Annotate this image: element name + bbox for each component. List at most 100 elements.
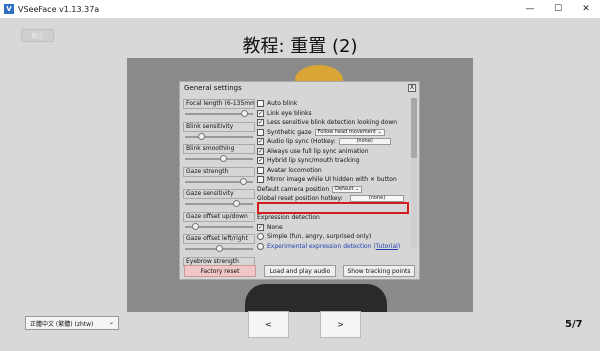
close-window-button[interactable]: ✕ [572, 0, 600, 18]
option-label: Experimental expression detection ( [267, 242, 376, 250]
avatar-locomotion-checkbox[interactable] [257, 166, 264, 174]
scroll-thumb[interactable] [411, 98, 417, 158]
audio-lip-sync-option[interactable]: ✓ Audio lip sync (Hotkey: (none) [257, 137, 409, 147]
slider-label: Focal length (6-135mm) [183, 99, 255, 109]
link-eye-blinks-checkbox[interactable]: ✓ [257, 109, 264, 117]
slider-knob[interactable] [241, 110, 249, 117]
synthetic-gaze-option[interactable]: Synthetic gaze Follow head movement ⌄ [257, 128, 409, 138]
synthetic-gaze-dropdown[interactable]: Follow head movement ⌄ [314, 128, 385, 136]
slider-label: Gaze sensitivity [183, 189, 255, 199]
maximize-button[interactable]: ☐ [544, 0, 572, 18]
slider-label: Gaze strength [183, 166, 255, 177]
lip-sync-hotkey-field[interactable]: (none) [338, 138, 391, 146]
option-label: Less sensitive blink detection looking d… [267, 119, 398, 127]
window-controls: — ☐ ✕ [516, 0, 600, 18]
slider-label: Gaze offset left/right [183, 234, 255, 244]
gaze-offset-leftright-slider[interactable] [183, 244, 255, 254]
global-reset-highlight [257, 202, 409, 214]
slider-label: Blink smoothing [183, 144, 255, 154]
link-eye-blinks-option[interactable]: ✓ Link eye blinks [257, 109, 409, 119]
gaze-offset-leftright-slider-group: Gaze offset left/right [183, 234, 255, 256]
focal-length-slider-group: Focal length (6-135mm) [183, 99, 255, 121]
hybrid-lip-sync-option[interactable]: ✓ Hybrid lip sync/mouth tracking [257, 156, 409, 166]
expression-detection-heading: Expression detection [257, 214, 320, 222]
option-label: Synthetic gaze [267, 128, 312, 136]
option-label: Simple (fun, angry, surprised only) [267, 233, 372, 241]
next-page-button[interactable]: > [320, 311, 361, 338]
slider-knob[interactable] [215, 245, 223, 252]
page-indicator: 5/7 [565, 319, 583, 330]
dialog-close-button[interactable]: X [408, 84, 416, 92]
close-x-icon: ✕ [370, 176, 376, 184]
expression-experimental-radio[interactable] [257, 242, 264, 250]
previous-page-button[interactable]: < [248, 311, 289, 338]
option-label: Always use full lip sync animation [267, 147, 369, 155]
global-reset-hotkey-field[interactable]: (none) [350, 195, 404, 202]
gaze-offset-updown-slider[interactable] [183, 222, 255, 232]
option-label: Auto blink [267, 100, 298, 108]
option-label: Mirror image while UI hidden with [267, 176, 369, 184]
expression-none-option[interactable]: ✓ None [257, 223, 409, 233]
show-tracking-points-button[interactable]: Show tracking points [343, 265, 415, 277]
less-sensitive-blink-option[interactable]: ✓ Less sensitive blink detection looking … [257, 118, 409, 128]
default-camera-row: Default camera position Default ⌄ [257, 185, 409, 195]
gaze-strength-slider-group: Gaze strength [183, 166, 255, 189]
gaze-offset-updown-slider-group: Gaze offset up/down [183, 211, 255, 234]
default-camera-label: Default camera position [257, 185, 330, 193]
full-lip-sync-checkbox[interactable]: ✓ [257, 147, 264, 155]
full-lip-sync-option[interactable]: ✓ Always use full lip sync animation [257, 147, 409, 157]
expression-simple-option[interactable]: Simple (fun, angry, surprised only) [257, 232, 409, 242]
slider-knob[interactable] [239, 177, 247, 185]
option-suffix: button [376, 176, 397, 184]
gaze-strength-slider[interactable] [183, 177, 255, 187]
option-label: Link eye blinks [267, 109, 312, 117]
blink-sensitivity-slider[interactable] [183, 132, 255, 142]
option-label: Avatar locomotion [267, 166, 322, 174]
minimize-button[interactable]: — [516, 0, 544, 18]
avatar-body [245, 284, 387, 312]
slider-label: Blink sensitivity [183, 121, 255, 132]
chevron-down-icon: ⌄ [108, 319, 114, 326]
hybrid-lip-sync-checkbox[interactable]: ✓ [257, 157, 264, 165]
mirror-image-checkbox[interactable] [257, 176, 264, 184]
blink-sensitivity-slider-group: Blink sensitivity [183, 121, 255, 144]
mirror-image-option[interactable]: Mirror image while UI hidden with ✕ butt… [257, 175, 409, 185]
default-camera-dropdown[interactable]: Default ⌄ [332, 185, 363, 193]
gaze-sensitivity-slider-group: Gaze sensitivity [183, 189, 255, 211]
expression-none-checkbox[interactable]: ✓ [257, 223, 264, 231]
window-title: VSeeFace v1.13.37a [18, 4, 100, 14]
blink-smoothing-slider-group: Blink smoothing [183, 144, 255, 166]
tutorial-link[interactable]: Tutorial [376, 243, 398, 250]
language-select[interactable]: 正體中文 (繁體) (zhtw) ⌄ [25, 316, 119, 330]
option-label: Hybrid lip sync/mouth tracking [267, 157, 360, 165]
language-value: 正體中文 (繁體) (zhtw) [30, 320, 94, 328]
focal-length-slider[interactable] [183, 109, 255, 119]
tutorial-title: 教程: 重置 (2) [242, 36, 358, 57]
load-play-audio-button[interactable]: Load and play audio [264, 265, 336, 277]
dialog-scrollbar[interactable] [411, 98, 417, 248]
window-titlebar: V VSeeFace v1.13.37a — ☐ ✕ [0, 0, 600, 18]
expression-experimental-option[interactable]: Experimental expression detection (Tutor… [257, 242, 409, 252]
option-label: None [267, 223, 283, 231]
option-label: Audio lip sync (Hotkey: [267, 138, 336, 146]
slider-knob[interactable] [232, 200, 240, 207]
dialog-title: General settings [184, 84, 242, 92]
slider-knob[interactable] [198, 132, 206, 140]
avatar-locomotion-option[interactable]: Avatar locomotion [257, 166, 409, 176]
less-sensitive-blink-checkbox[interactable]: ✓ [257, 119, 264, 127]
slider-knob[interactable] [220, 155, 228, 162]
expression-simple-radio[interactable] [257, 233, 264, 241]
app-icon: V [4, 4, 14, 14]
options-column: Auto blink ✓ Link eye blinks ✓ Less sensit… [257, 99, 409, 251]
blink-smoothing-slider[interactable] [183, 154, 255, 164]
option-label-close: ) [397, 242, 401, 250]
slider-label: Gaze offset up/down [183, 211, 255, 222]
synthetic-gaze-checkbox[interactable] [257, 128, 264, 136]
slider-knob[interactable] [192, 222, 200, 230]
auto-blink-checkbox[interactable] [257, 100, 264, 108]
general-settings-dialog: General settings X Focal length (6-135mm… [179, 81, 420, 280]
audio-lip-sync-checkbox[interactable]: ✓ [257, 138, 264, 146]
gaze-sensitivity-slider[interactable] [183, 199, 255, 209]
factory-reset-button[interactable]: Factory reset [184, 265, 256, 277]
auto-blink-option[interactable]: Auto blink [257, 99, 409, 109]
